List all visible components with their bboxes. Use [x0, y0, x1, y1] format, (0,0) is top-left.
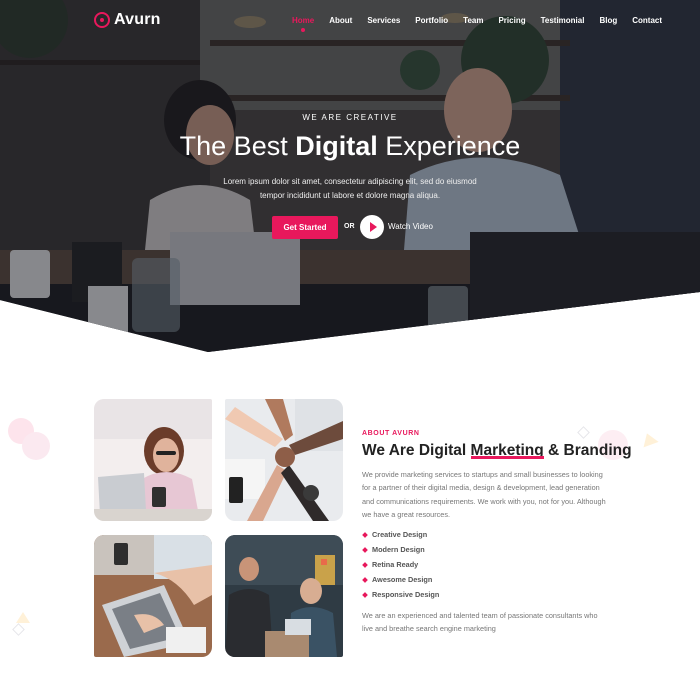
decor-triangle [16, 612, 30, 623]
diamond-bullet-icon [362, 531, 368, 538]
about-description: We provide marketing services to startup… [362, 470, 606, 519]
feature-label: Creative Design [372, 530, 428, 540]
hero-subtitle-line1: Lorem ipsum dolor sit amet, consectetur … [223, 177, 477, 186]
about-image-typing-laptop [94, 535, 212, 657]
feature-label: Awesome Design [372, 575, 433, 585]
photo-woman-laptop [94, 399, 212, 521]
diamond-bullet-icon [362, 576, 368, 583]
feature-item: Creative Design [362, 527, 612, 542]
feature-item: Awesome Design [362, 572, 612, 587]
hero-subtitle-line2: tempor incididunt ut labore et dolore ma… [259, 191, 441, 200]
photo-typing-laptop [94, 535, 212, 657]
watch-video-link[interactable]: Watch Video [388, 222, 433, 231]
feature-label: Responsive Design [372, 590, 440, 600]
diamond-bullet-icon [362, 546, 368, 553]
feature-item: Responsive Design [362, 587, 612, 602]
or-separator: OR [344, 223, 355, 230]
brand-name: Avurn [114, 11, 161, 28]
nav-pricing[interactable]: Pricing [498, 16, 525, 25]
play-icon [369, 222, 377, 232]
about-image-team-meeting [225, 535, 343, 657]
diamond-bullet-icon [362, 591, 368, 598]
about-image-woman-laptop [94, 399, 212, 521]
about-title-suffix: & Branding [543, 442, 632, 459]
nav-services[interactable]: Services [367, 16, 400, 25]
top-navbar: Avurn Home About Services Portfolio Team… [0, 0, 700, 44]
photo-team-fists [225, 399, 343, 521]
nav-team[interactable]: Team [463, 16, 483, 25]
about-tag: ABOUT AVURN [362, 430, 420, 437]
play-video-button[interactable] [360, 215, 384, 239]
decor-square [12, 623, 25, 636]
headline-highlight: Digital [293, 131, 380, 161]
nav-testimonial[interactable]: Testimonial [541, 16, 585, 25]
hero-eyebrow: WE ARE CREATIVE [302, 113, 398, 122]
headline-suffix: Experience [377, 131, 521, 161]
diamond-bullet-icon [362, 561, 368, 568]
about-section: ABOUT AVURN We Are Digital Marketing & B… [362, 430, 632, 636]
decor-circle [22, 432, 50, 460]
nav-home[interactable]: Home [292, 16, 314, 32]
about-title: We Are Digital Marketing & Branding [362, 442, 632, 460]
brand-logo[interactable]: Avurn [94, 11, 161, 29]
get-started-button[interactable]: Get Started [272, 216, 338, 239]
main-menu: Home About Services Portfolio Team Prici… [292, 16, 677, 32]
feature-item: Retina Ready [362, 557, 612, 572]
about-image-team-fists [225, 399, 343, 521]
decor-triangle [639, 430, 659, 448]
nav-portfolio[interactable]: Portfolio [415, 16, 448, 25]
nav-contact[interactable]: Contact [632, 16, 662, 25]
feature-item: Modern Design [362, 542, 612, 557]
hero-section: Avurn Home About Services Portfolio Team… [0, 0, 700, 352]
hero-subtitle: Lorem ipsum dolor sit amet, consectetur … [190, 175, 510, 203]
headline-prefix: The Best [179, 131, 296, 161]
photo-team-meeting [225, 535, 343, 657]
feature-label: Retina Ready [372, 560, 419, 570]
logo-icon [94, 12, 110, 28]
about-title-highlight: Marketing [470, 442, 544, 459]
feature-label: Modern Design [372, 545, 425, 555]
feature-list: Creative Design Modern Design Retina Rea… [362, 527, 612, 602]
hero-headline: The Best Digital Experience [0, 131, 700, 162]
about-title-prefix: We Are Digital [362, 442, 471, 459]
about-footer-text: We are an experienced and talented team … [362, 611, 598, 634]
nav-blog[interactable]: Blog [599, 16, 617, 25]
nav-about[interactable]: About [329, 16, 352, 25]
